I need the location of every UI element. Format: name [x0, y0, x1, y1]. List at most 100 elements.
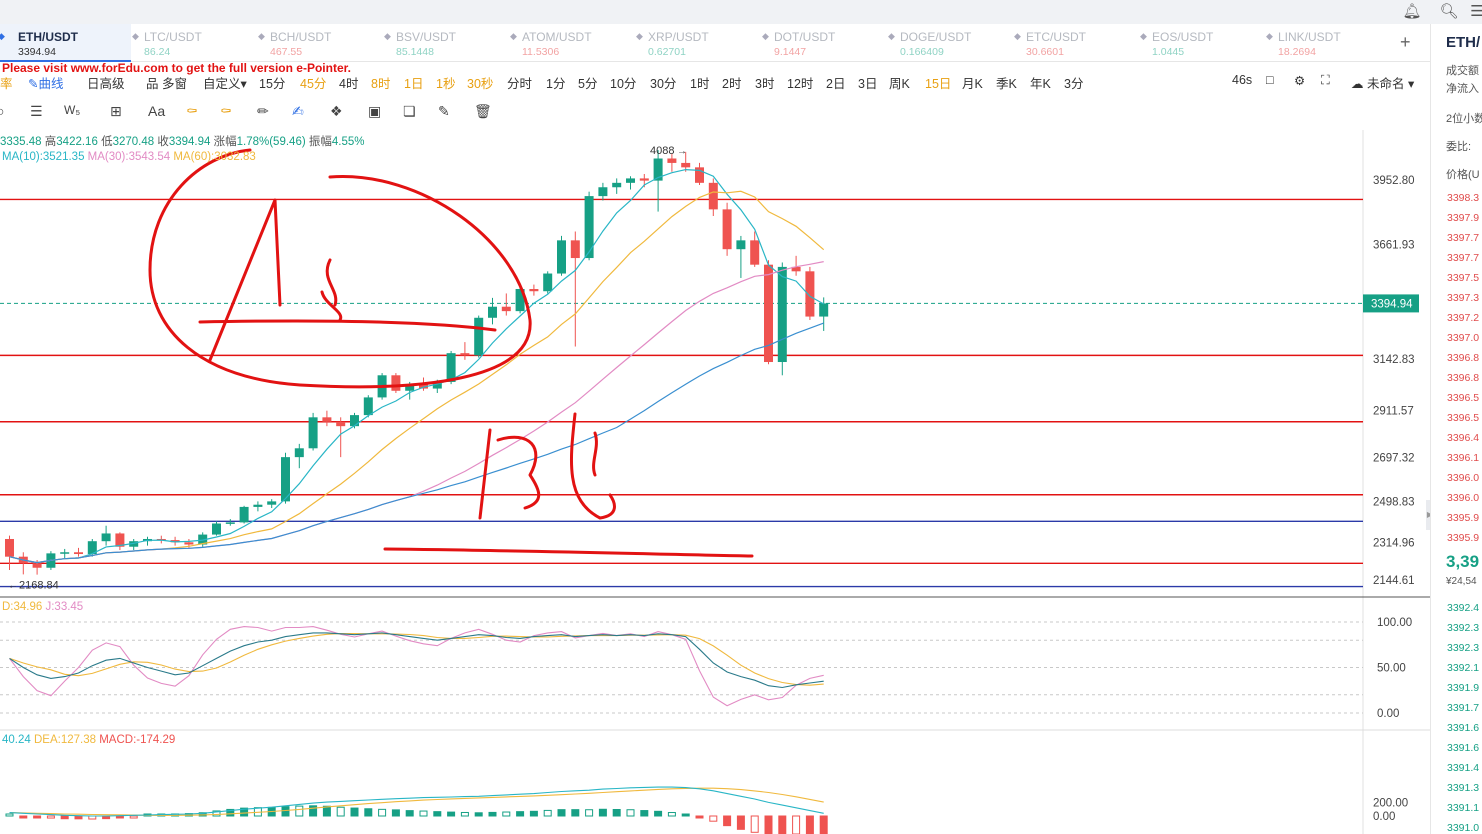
ask-price[interactable]: 3397.7 — [1447, 232, 1479, 244]
bid-price[interactable]: 3391.4 — [1447, 762, 1479, 774]
ask-price[interactable]: 3397.0 — [1447, 332, 1479, 344]
menu-icon[interactable]: ☰ — [1466, 1, 1482, 23]
settings-icon[interactable]: ⚙ — [1294, 73, 1305, 88]
interval-option[interactable]: 分时 — [507, 73, 532, 92]
ask-price[interactable]: 3395.9 — [1447, 512, 1479, 524]
macd-histogram-bar — [750, 815, 759, 833]
interval-option[interactable]: 5分 — [578, 73, 597, 92]
interval-option[interactable]: 1日 — [404, 73, 423, 92]
symbol-tab[interactable]: ◆ LINK/USDT 18.2694 — [1260, 24, 1386, 62]
wave-tool-icon[interactable]: W₅ — [64, 103, 80, 117]
interval-option[interactable]: 1分 — [546, 73, 565, 92]
interval-option[interactable]: 2时 — [722, 73, 741, 92]
candle-body — [764, 264, 773, 363]
ask-price[interactable]: 3396.8 — [1447, 352, 1479, 364]
bid-price[interactable]: 3391.1 — [1447, 802, 1479, 814]
bid-price[interactable]: 3391.6 — [1447, 722, 1479, 734]
multi-window-button[interactable]: 品 多窗 — [146, 73, 187, 92]
ask-price[interactable]: 3395.9 — [1447, 532, 1479, 544]
search-icon[interactable]: 🔍︎ — [1438, 1, 1460, 23]
ask-price[interactable]: 3396.0 — [1447, 472, 1479, 484]
decimals-select[interactable]: 2位小数 — [1446, 110, 1482, 126]
bid-price[interactable]: 3391.7 — [1447, 702, 1479, 714]
lock-icon[interactable]: ▣ — [368, 103, 381, 120]
symbol-tab[interactable]: ◆ DOGE/USDT 0.166409 — [882, 24, 1008, 62]
custom-dropdown[interactable]: 自定义▾ — [203, 73, 247, 92]
candle-body — [681, 162, 691, 168]
symbol-tab[interactable]: ◆ BCH/USDT 467.55 — [252, 24, 378, 62]
bid-price[interactable]: 3392.4 — [1447, 602, 1479, 614]
trash-icon[interactable]: 🗑︎ — [474, 103, 492, 120]
ask-price[interactable]: 3398.3 — [1447, 192, 1479, 204]
cursor-icon[interactable]: ○ — [0, 103, 4, 119]
fullscreen-icon[interactable]: □ — [1266, 73, 1274, 87]
bid-price[interactable]: 3391.6 — [1447, 742, 1479, 754]
copy-icon[interactable]: ❏ — [403, 103, 416, 120]
magnet-icon[interactable]: ❖ — [330, 103, 343, 120]
ask-price[interactable]: 3397.9 — [1447, 212, 1479, 224]
candle-body — [474, 317, 484, 356]
hline-tool-icon[interactable]: ☰ — [30, 103, 43, 120]
last-price-cny: ¥24,54 — [1446, 576, 1477, 587]
bid-price[interactable]: 3391.9 — [1447, 682, 1479, 694]
interval-option[interactable]: 2日 — [826, 73, 845, 92]
interval-option[interactable]: 月K — [962, 73, 983, 92]
curve-button[interactable]: ✎曲线 — [28, 73, 64, 92]
ask-price[interactable]: 3397.5 — [1447, 272, 1479, 284]
interval-option[interactable]: 8时 — [371, 73, 390, 92]
bid-price[interactable]: 3392.3 — [1447, 642, 1479, 654]
interval-option[interactable]: 年K — [1030, 73, 1051, 92]
ask-price[interactable]: 3396.5 — [1447, 412, 1479, 424]
interval-option[interactable]: 3日 — [858, 73, 877, 92]
kline-chart[interactable]: 3952.80 3661.93 3142.83 2911.57 2697.32 2498.… — [0, 130, 1430, 834]
ask-price[interactable]: 3396.0 — [1447, 492, 1479, 504]
ask-price[interactable]: 3396.1 — [1447, 452, 1479, 464]
bid-price[interactable]: 3391.0 — [1447, 822, 1479, 834]
link-tool-icon[interactable]: ⚰ — [186, 103, 198, 120]
text-tool-icon[interactable]: Aa — [148, 103, 165, 119]
symbol-tab[interactable]: ◆ DOT/USDT 9.1447 — [756, 24, 882, 62]
advanced-button[interactable]: 日高级 — [87, 73, 125, 92]
symbol-tab[interactable]: ◆ XRP/USDT 0.62701 — [630, 24, 756, 62]
rate-label[interactable]: 率 — [0, 73, 13, 92]
symbol-tab[interactable]: ◆ ATOM/USDT 11.5306 — [504, 24, 630, 62]
symbol-tab[interactable]: ◆ ETC/USDT 30.6601 — [1008, 24, 1134, 62]
chain-tool-icon[interactable]: ⚰ — [220, 103, 232, 120]
bid-price[interactable]: 3391.3 — [1447, 782, 1479, 794]
ask-price[interactable]: 3396.4 — [1447, 432, 1479, 444]
symbol-tab[interactable]: ◆ ETH/USDT 3394.94 — [0, 24, 131, 62]
layout-dropdown[interactable]: ☁ 未命名 ▾ — [1351, 73, 1414, 92]
interval-option[interactable]: 3时 — [755, 73, 774, 92]
interval-option[interactable]: 3分 — [1064, 73, 1083, 92]
interval-option[interactable]: 15分 — [259, 73, 285, 92]
ask-price[interactable]: 3397.7 — [1447, 252, 1479, 264]
symbol-tab[interactable]: ◆ BSV/USDT 85.1448 — [378, 24, 504, 62]
symbol-tab[interactable]: ◆ LTC/USDT 86.24 — [126, 24, 252, 62]
bell-icon[interactable]: 🔔︎ — [1401, 1, 1423, 23]
pen-tool-icon[interactable]: ✍ — [292, 103, 304, 120]
add-tab-button[interactable]: + — [1400, 32, 1411, 53]
interval-option[interactable]: 1时 — [690, 73, 709, 92]
interval-option[interactable]: 45分 — [300, 73, 326, 92]
interval-option[interactable]: 周K — [889, 73, 910, 92]
interval-option[interactable]: 10分 — [610, 73, 636, 92]
bid-price[interactable]: 3392.1 — [1447, 662, 1479, 674]
ask-price[interactable]: 3397.2 — [1447, 312, 1479, 324]
interval-option[interactable]: 季K — [996, 73, 1017, 92]
interval-option[interactable]: 12时 — [787, 73, 813, 92]
interval-option[interactable]: 1秒 — [436, 73, 455, 92]
expand-icon[interactable]: ⛶ — [1321, 73, 1330, 88]
bid-price[interactable]: 3392.3 — [1447, 622, 1479, 634]
chart-area[interactable]: 3952.80 3661.93 3142.83 2911.57 2697.32 2498.… — [0, 130, 1430, 834]
interval-option[interactable]: 4时 — [339, 73, 358, 92]
edit-icon[interactable]: ✎ — [438, 103, 450, 120]
ask-price[interactable]: 3396.8 — [1447, 372, 1479, 384]
ask-price[interactable]: 3396.5 — [1447, 392, 1479, 404]
interval-option[interactable]: 15日 — [925, 73, 951, 92]
symbol-tab[interactable]: ◆ EOS/USDT 1.0445 — [1134, 24, 1260, 62]
ruler-icon[interactable]: ✏ — [257, 103, 269, 120]
interval-option[interactable]: 30秒 — [467, 73, 493, 92]
interval-option[interactable]: 30分 — [650, 73, 676, 92]
rect-tool-icon[interactable]: ⊞ — [110, 103, 122, 120]
ask-price[interactable]: 3397.3 — [1447, 292, 1479, 304]
